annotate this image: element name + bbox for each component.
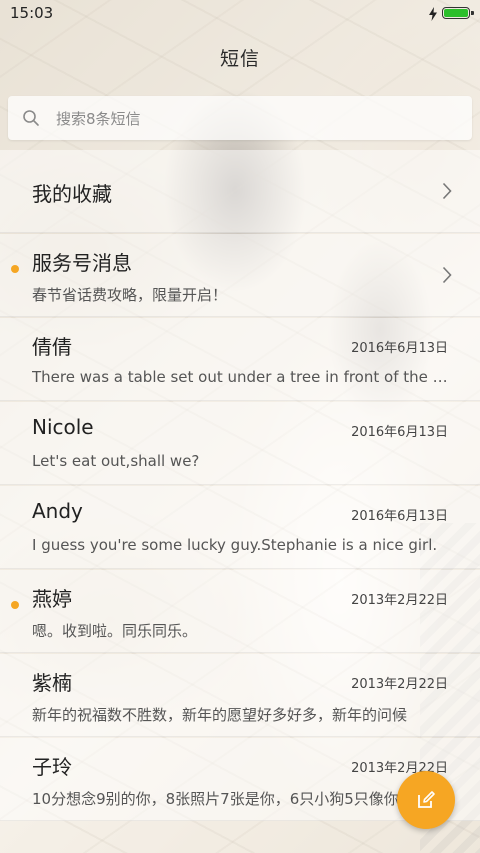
search-bar[interactable] (8, 96, 472, 142)
conversation-date: 2013年2月22日 (351, 677, 448, 692)
chevron-right-icon (442, 182, 452, 200)
conversation-name: 燕婷 (32, 587, 72, 611)
conversation-name: 子玲 (32, 755, 72, 779)
conversation-date: 2016年6月13日 (351, 341, 448, 356)
conversation-name: Andy (32, 499, 83, 523)
conversation-name: 服务号消息 (32, 251, 132, 275)
conversation-name: 我的收藏 (32, 182, 112, 206)
conversation-item[interactable]: 紫楠 2013年2月22日新年的祝福数不胜数，新年的愿望好多好多，新年的问候 (0, 654, 480, 737)
status-time: 15:03 (10, 4, 54, 22)
conversation-name: 紫楠 (32, 671, 72, 695)
conversation-item[interactable]: 倩倩 2016年6月13日 There was a table set out un… (0, 318, 480, 401)
conversation-item[interactable]: 我的收藏 (0, 150, 480, 233)
conversation-name: 倩倩 (32, 335, 72, 359)
compose-icon (418, 791, 435, 808)
conversation-preview: 嗯。收到啦。同乐同乐。 (32, 622, 198, 640)
conversation-date: 2016年6月13日 (351, 425, 448, 440)
conversation-item[interactable]: 燕婷 2013年2月22日嗯。收到啦。同乐同乐。 (0, 570, 480, 653)
conversation-item[interactable]: Andy 2016年6月13日 I guess you're some lucky … (0, 486, 480, 569)
conversation-preview: 10分想念9别的你，8张照片7张是你，6只小狗5只像你 (32, 790, 399, 808)
unread-dot (11, 601, 19, 609)
conversation-item[interactable]: Nicole 2016年6月13日 Let's eat out,shall we? (0, 402, 480, 485)
status-bar: 15:03 (0, 0, 480, 28)
conversation-date: 2016年6月13日 (351, 509, 448, 524)
compose-button[interactable] (397, 771, 455, 829)
page-title: 短信 (219, 48, 260, 70)
unread-dot (11, 265, 19, 273)
conversation-name: Nicole (32, 415, 94, 439)
search-input[interactable] (54, 96, 458, 142)
search-icon (23, 110, 39, 126)
conversation-preview: There was a table set out under a tree i… (32, 368, 448, 386)
conversation-preview: 春节省话费攻略，限量开启！ (32, 286, 228, 304)
conversation-date: 2013年2月22日 (351, 593, 448, 608)
battery-icon (442, 7, 474, 19)
message-list: 我的收藏服务号消息春节省话费攻略，限量开启！ 倩倩 2016年6月13日 There … (0, 150, 480, 822)
charging-icon (429, 7, 437, 21)
conversation-preview: 新年的祝福数不胜数，新年的愿望好多好多，新年的问候 (32, 706, 408, 724)
conversation-item[interactable]: 服务号消息春节省话费攻略，限量开启！ (0, 234, 480, 317)
conversation-preview: Let's eat out,shall we? (32, 452, 200, 470)
conversation-preview: I guess you're some lucky guy.Stephanie … (32, 536, 438, 554)
chevron-right-icon (442, 266, 452, 284)
